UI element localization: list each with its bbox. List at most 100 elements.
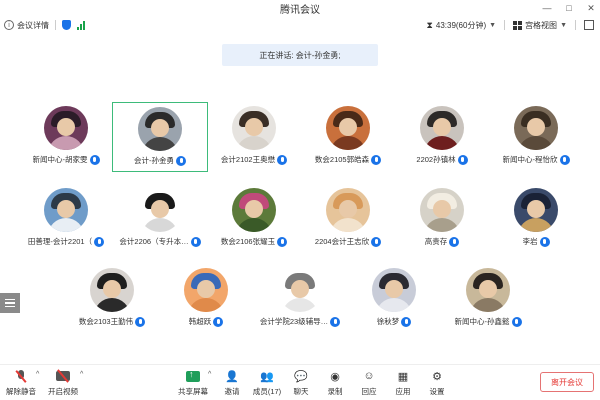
- shield-icon[interactable]: [62, 20, 71, 30]
- avatar: [420, 188, 464, 232]
- participant-name-row: 数会2106张耀玉: [220, 236, 288, 247]
- avatar: [44, 188, 88, 232]
- avatar: [326, 188, 370, 232]
- view-switch-button[interactable]: 宫格视图 ▼: [513, 20, 567, 31]
- microphone-icon: [511, 316, 522, 327]
- window-controls: — □ ✕: [542, 0, 596, 16]
- participant-name-row: 数会2103王勤伟: [78, 316, 146, 327]
- info-icon: i: [4, 20, 14, 30]
- participant-name: 数会2103王勤伟: [78, 317, 134, 326]
- microphone-icon: [401, 316, 412, 327]
- chevron-up-icon[interactable]: ^: [80, 371, 83, 378]
- participant-name: 新闻中心-孙鑫懿: [454, 317, 510, 326]
- chevron-down-icon[interactable]: ▼: [489, 22, 496, 29]
- share-screen-button[interactable]: 共享屏幕: [176, 369, 210, 397]
- participant-name: 新闻中心-程怡欣: [502, 155, 558, 164]
- chevron-up-icon[interactable]: ^: [208, 371, 211, 378]
- apps-label: 应用: [395, 387, 411, 396]
- participant-name-row: 会计学院23级辅导…: [260, 316, 341, 327]
- chevron-up-icon[interactable]: ^: [36, 371, 39, 378]
- members-button[interactable]: 👥 成员(17): [250, 369, 284, 397]
- minimize-icon[interactable]: —: [542, 3, 552, 13]
- avatar: [184, 268, 228, 312]
- timer-label: 43:39(60分钟): [435, 20, 487, 30]
- avatar: [278, 268, 322, 312]
- participant-tile[interactable]: 韩超跃: [158, 264, 254, 334]
- participant-name-row: 新闻中心-程怡欣: [503, 154, 570, 165]
- avatar: [232, 106, 276, 150]
- participant-tile[interactable]: 数会2103王勤伟: [64, 264, 160, 334]
- microphone-icon: [176, 155, 186, 166]
- meeting-info-bar: i 会议详情 ⧗ 43:39(60分钟) ▼ 宫格视图 ▼: [0, 16, 600, 34]
- participant-tile[interactable]: 2204会计王志欣: [300, 184, 396, 254]
- invite-button[interactable]: 👤 邀请: [215, 369, 249, 397]
- divider: [504, 20, 506, 30]
- microphone-icon: [190, 236, 201, 247]
- participant-name-row: 新闻中心-胡家雯: [33, 154, 100, 165]
- apps-icon: ▦: [397, 370, 409, 383]
- record-icon: ◉: [330, 370, 340, 383]
- participant-name: 韩超跃: [188, 317, 212, 326]
- participant-tile[interactable]: 新闻中心-胡家雯: [18, 102, 114, 172]
- participant-name-row: 田善理-会计2201（: [28, 236, 105, 247]
- fullscreen-icon[interactable]: [584, 20, 594, 30]
- react-button[interactable]: ☺ 回应: [352, 369, 386, 397]
- maximize-icon[interactable]: □: [564, 3, 574, 13]
- record-button[interactable]: ◉ 录制: [318, 369, 352, 397]
- participant-tile[interactable]: 会计学院23级辅导…: [252, 264, 348, 334]
- participant-name: 数会2106张耀玉: [220, 237, 276, 246]
- participant-name: 数会2105郭皓森: [314, 155, 370, 164]
- microphone-icon: [539, 236, 550, 247]
- react-label: 回应: [361, 387, 377, 396]
- window-title: 腾讯会议: [280, 4, 320, 16]
- participant-tile[interactable]: 会计2206（专升本…: [112, 184, 208, 254]
- participant-tile[interactable]: 徐秋梦: [346, 264, 442, 334]
- meeting-info-button[interactable]: i 会议详情: [4, 20, 49, 31]
- participant-tile[interactable]: 数会2106张耀玉: [206, 184, 302, 254]
- participant-tile[interactable]: 田善理-会计2201（: [18, 184, 114, 254]
- start-video-button[interactable]: 开启视频: [46, 369, 80, 397]
- participant-tile[interactable]: 李岩: [488, 184, 584, 254]
- avatar: [90, 268, 134, 312]
- participant-name: 李岩: [522, 237, 538, 246]
- participant-tile[interactable]: 高贵存: [394, 184, 490, 254]
- avatar: [232, 188, 276, 232]
- participant-name-row: 新闻中心-孙鑫懿: [455, 316, 522, 327]
- participant-name-row: 会计-孙金勇: [134, 155, 186, 166]
- chevron-down-icon: ▼: [560, 21, 567, 29]
- unmute-label: 解除静音: [6, 387, 36, 396]
- participant-tile[interactable]: 新闻中心-孙鑫懿: [440, 264, 536, 334]
- microphone-icon: [457, 154, 468, 165]
- participant-name-row: 韩超跃: [189, 316, 224, 327]
- microphone-icon: [371, 236, 382, 247]
- signal-icon[interactable]: [77, 20, 85, 30]
- settings-label: 设置: [429, 387, 445, 396]
- gear-icon: ⚙: [432, 370, 442, 383]
- participant-name-row: 会计2102王奥懋: [220, 154, 288, 165]
- participant-name: 高贵存: [424, 237, 448, 246]
- unmute-button[interactable]: 解除静音: [4, 369, 38, 397]
- microphone-icon: [277, 154, 288, 165]
- participant-tile[interactable]: 会计2102王奥懋: [206, 102, 302, 172]
- participant-name: 会计2102王奥懋: [220, 155, 276, 164]
- participant-tile[interactable]: 新闻中心-程怡欣: [488, 102, 584, 172]
- participant-tile[interactable]: 2202孙镇林: [394, 102, 490, 172]
- avatar: [514, 106, 558, 150]
- close-icon[interactable]: ✕: [586, 3, 596, 13]
- apps-button[interactable]: ▦ 应用: [386, 369, 420, 397]
- participant-name: 会计2206（专升本…: [119, 237, 189, 246]
- leave-meeting-button[interactable]: 离开会议: [540, 372, 594, 392]
- side-panel-handle[interactable]: [0, 293, 20, 313]
- microphone-icon: [559, 154, 570, 165]
- participant-name-row: 徐秋梦: [377, 316, 412, 327]
- participant-tile[interactable]: 会计-孙金勇: [112, 102, 208, 172]
- muted-mic-icon: [15, 369, 27, 383]
- start-video-label: 开启视频: [48, 387, 78, 396]
- chat-button[interactable]: 💬 聊天: [284, 369, 318, 397]
- settings-button[interactable]: ⚙ 设置: [420, 369, 454, 397]
- emoji-icon: ☺: [363, 370, 375, 382]
- microphone-icon: [371, 154, 382, 165]
- avatar: [138, 188, 182, 232]
- microphone-icon: [89, 154, 100, 165]
- participant-tile[interactable]: 数会2105郭皓森: [300, 102, 396, 172]
